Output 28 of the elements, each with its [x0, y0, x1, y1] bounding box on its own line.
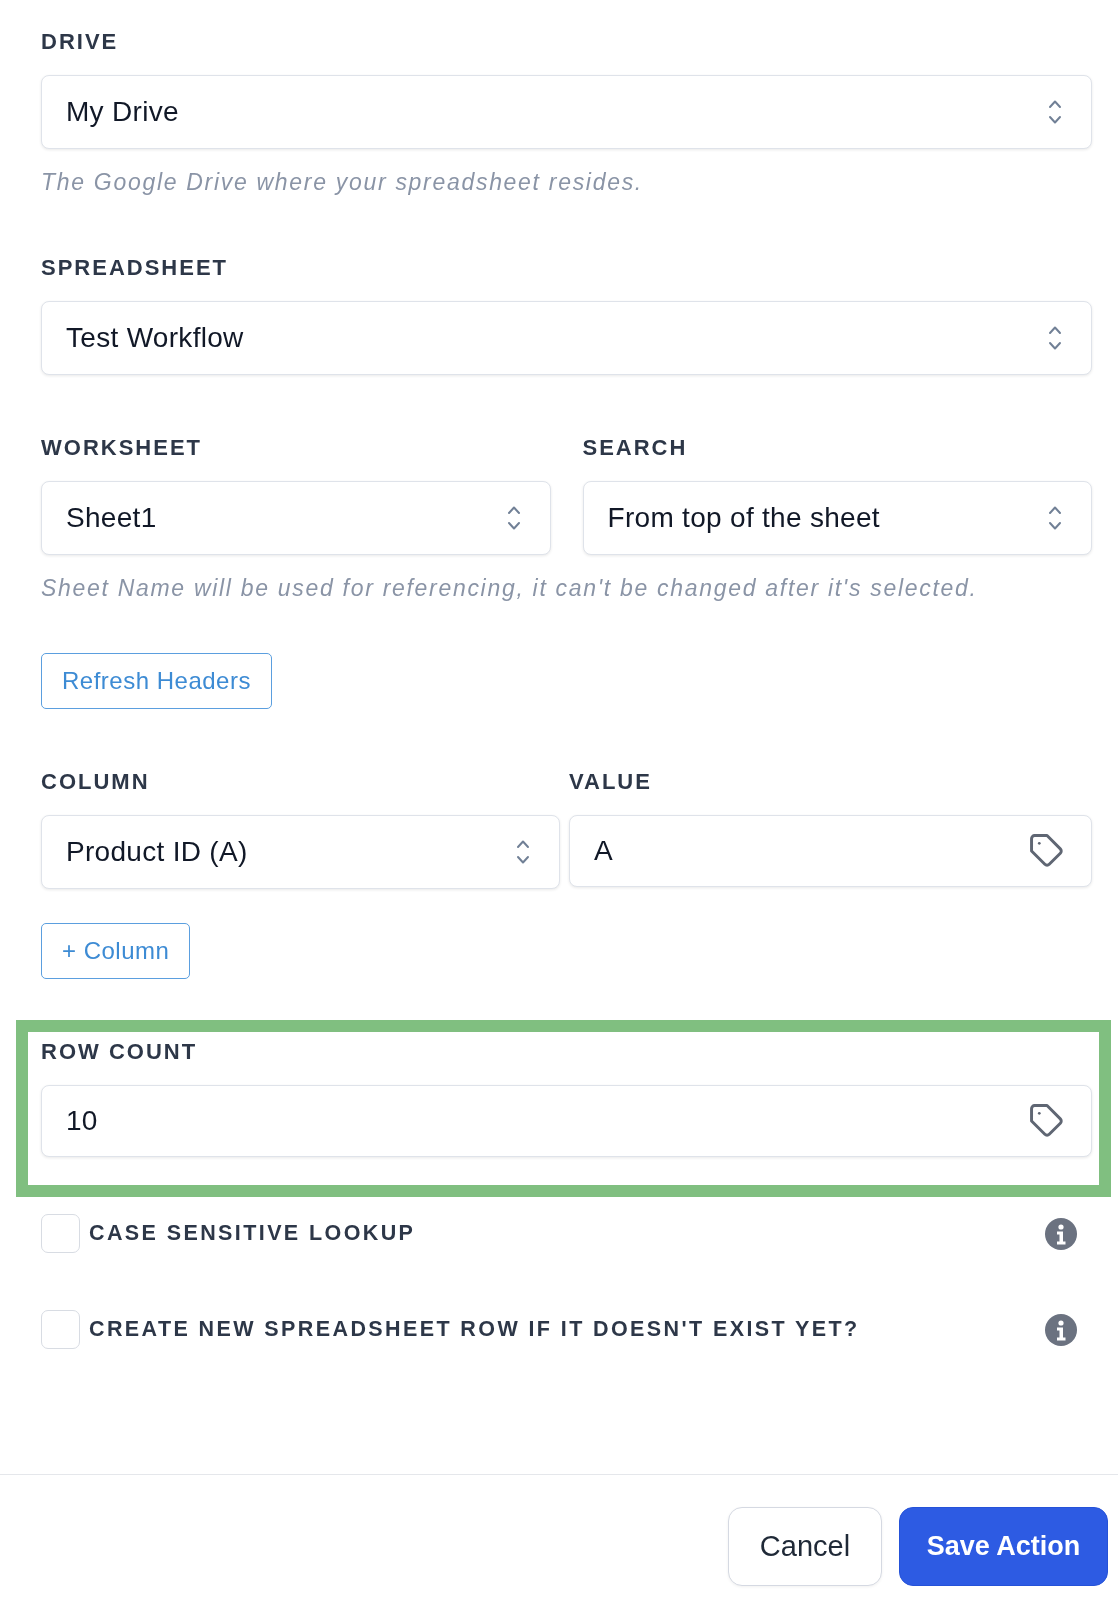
save-button[interactable]: Save Action — [899, 1507, 1108, 1586]
tag-icon[interactable] — [1030, 833, 1065, 869]
dropdown-field[interactable]: Sheet1 — [41, 481, 551, 555]
field-label: SPREADSHEET — [41, 255, 230, 281]
hint-text: The Google Drive where your spreadsheet resides. — [41, 169, 644, 195]
checkbox[interactable] — [41, 1214, 80, 1253]
field-label: DRIVE — [41, 29, 120, 55]
outline-button[interactable]: Refresh Headers — [41, 653, 272, 709]
info-icon[interactable] — [1045, 1313, 1077, 1346]
hint-text: Sheet Name will be used for referencing, it can't be changed after it's selected. — [41, 575, 979, 601]
checkbox-label: CREATE NEW SPREADSHEET ROW IF IT DOESN'T EXIST YET? — [89, 1317, 860, 1342]
tag-icon[interactable] — [1030, 1103, 1065, 1139]
field-label: VALUE — [569, 769, 653, 795]
input-field[interactable]: A — [569, 815, 1092, 887]
dropdown-field[interactable]: Test Workflow — [41, 301, 1092, 375]
field-label: ROW COUNT — [41, 1039, 199, 1065]
field-label: SEARCH — [582, 435, 689, 461]
outline-button[interactable]: + Column — [41, 923, 191, 979]
input-field[interactable]: 10 — [41, 1085, 1092, 1157]
field-label: COLUMN — [41, 769, 151, 795]
info-icon[interactable] — [1045, 1217, 1077, 1250]
cancel-button[interactable]: Cancel — [728, 1507, 882, 1586]
checkbox[interactable] — [41, 1310, 80, 1349]
dropdown-field[interactable]: From top of the sheet — [582, 481, 1092, 555]
checkbox-label: CASE SENSITIVE LOOKUP — [89, 1221, 416, 1246]
dropdown-field[interactable]: My Drive — [41, 75, 1092, 149]
field-label: WORKSHEET — [41, 435, 203, 461]
dropdown-field[interactable]: Product ID (A) — [41, 815, 560, 889]
